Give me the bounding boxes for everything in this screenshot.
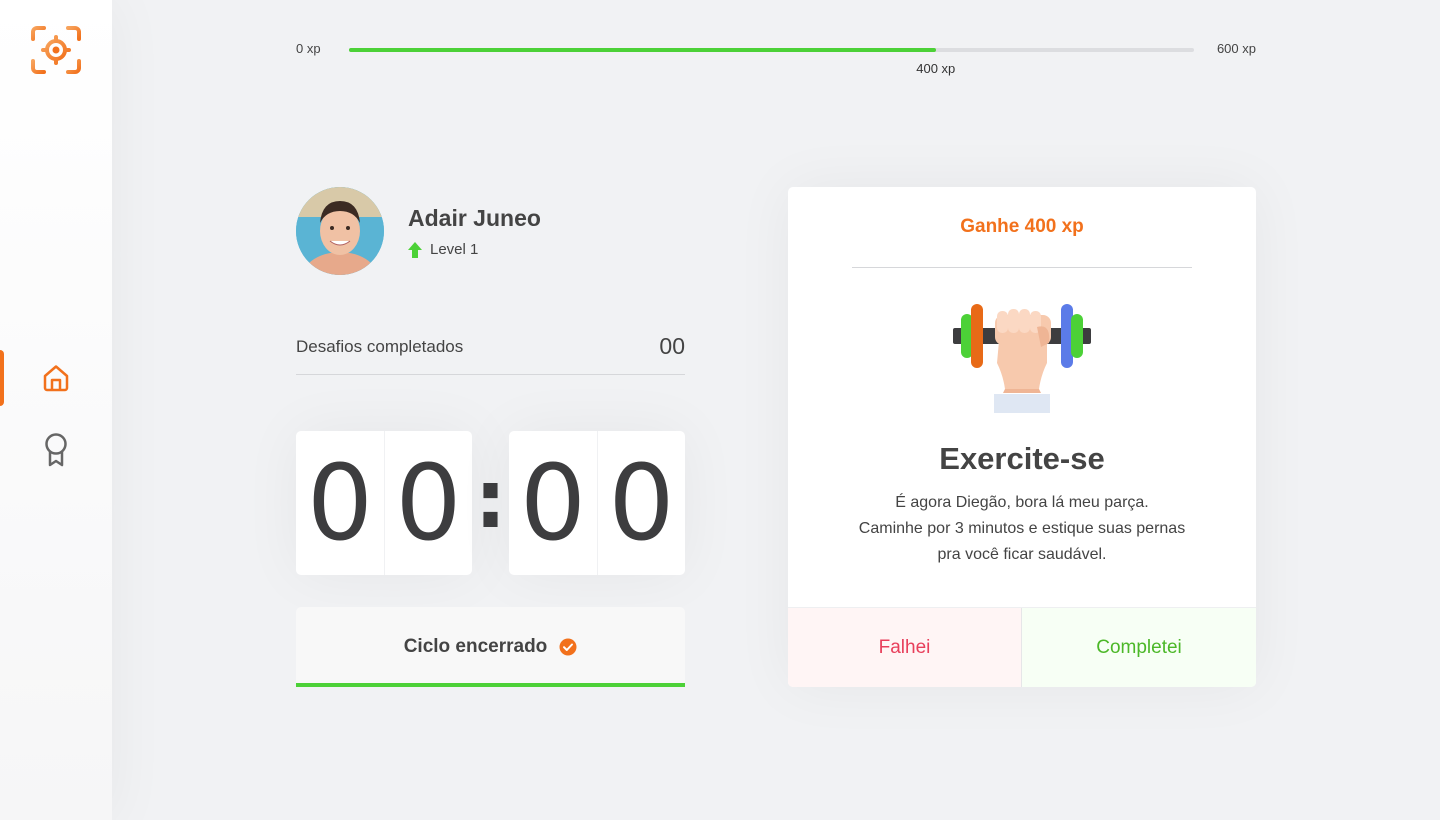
sidebar-item-leaderboard[interactable]: [0, 422, 112, 478]
challenge-completed-button[interactable]: Completei: [1022, 608, 1256, 687]
award-icon: [45, 433, 67, 467]
challenge-card: Ganhe 400 xp Exercite-se É agora Diegão,…: [788, 187, 1256, 687]
xp-max-label: 600 xp: [1216, 41, 1256, 56]
xp-min-label: 0 xp: [296, 41, 321, 56]
challenge-description-line: pra você ficar saudável.: [937, 546, 1107, 563]
cycle-ended-button[interactable]: Ciclo encerrado: [296, 607, 685, 687]
home-icon: [43, 365, 69, 392]
challenge-failed-button[interactable]: Falhei: [788, 608, 1022, 687]
level-row: Level 1: [408, 241, 478, 258]
challenge-description: É agora Diegão, bora lá meu parça. Camin…: [822, 490, 1222, 568]
sidebar: [0, 0, 112, 820]
target-focus-icon[interactable]: [30, 25, 82, 75]
minutes-group: 0 0: [296, 431, 472, 575]
seconds-group: 0 0: [509, 431, 685, 575]
challenge-reward: Ganhe 400 xp: [852, 187, 1192, 268]
countdown: 0 0 : 0 0: [296, 431, 685, 575]
challenge-description-line: É agora Diegão, bora lá meu parça.: [895, 494, 1149, 511]
avatar: [296, 187, 384, 275]
completed-challenges-count: 00: [659, 333, 685, 359]
dumbbell-arm-icon: [953, 304, 1091, 413]
minute-digit-ones: 0: [384, 431, 472, 575]
challenge-actions: Falhei Completei: [788, 607, 1256, 687]
profile: Adair Juneo Level 1: [296, 187, 685, 277]
challenge-description-line: Caminhe por 3 minutos e estique suas per…: [858, 520, 1186, 537]
second-digit-tens: 0: [519, 442, 587, 564]
active-indicator: [0, 350, 4, 406]
minute-digit-tens: 0: [306, 442, 374, 564]
level-up-arrow-icon: [408, 241, 422, 258]
second-digit-ones: 0: [597, 431, 685, 575]
countdown-separator: :: [474, 452, 507, 546]
xp-fill: [349, 48, 936, 52]
completed-challenges: Desafios completados 00: [296, 330, 685, 375]
check-circle-icon: [559, 638, 577, 656]
challenge-title: Exercite-se: [939, 441, 1105, 476]
level-label: Level 1: [430, 241, 479, 258]
xp-track: [349, 48, 1194, 52]
sidebar-item-home[interactable]: [0, 350, 112, 406]
cycle-progress-bar: [296, 683, 685, 687]
experience-bar: 0 xp 400 xp 600 xp: [296, 40, 1256, 80]
completed-challenges-label: Desafios completados: [296, 337, 464, 356]
xp-current-label: 400 xp: [916, 61, 956, 76]
profile-name: Adair Juneo: [408, 205, 541, 231]
cycle-ended-label: Ciclo encerrado: [403, 636, 548, 657]
